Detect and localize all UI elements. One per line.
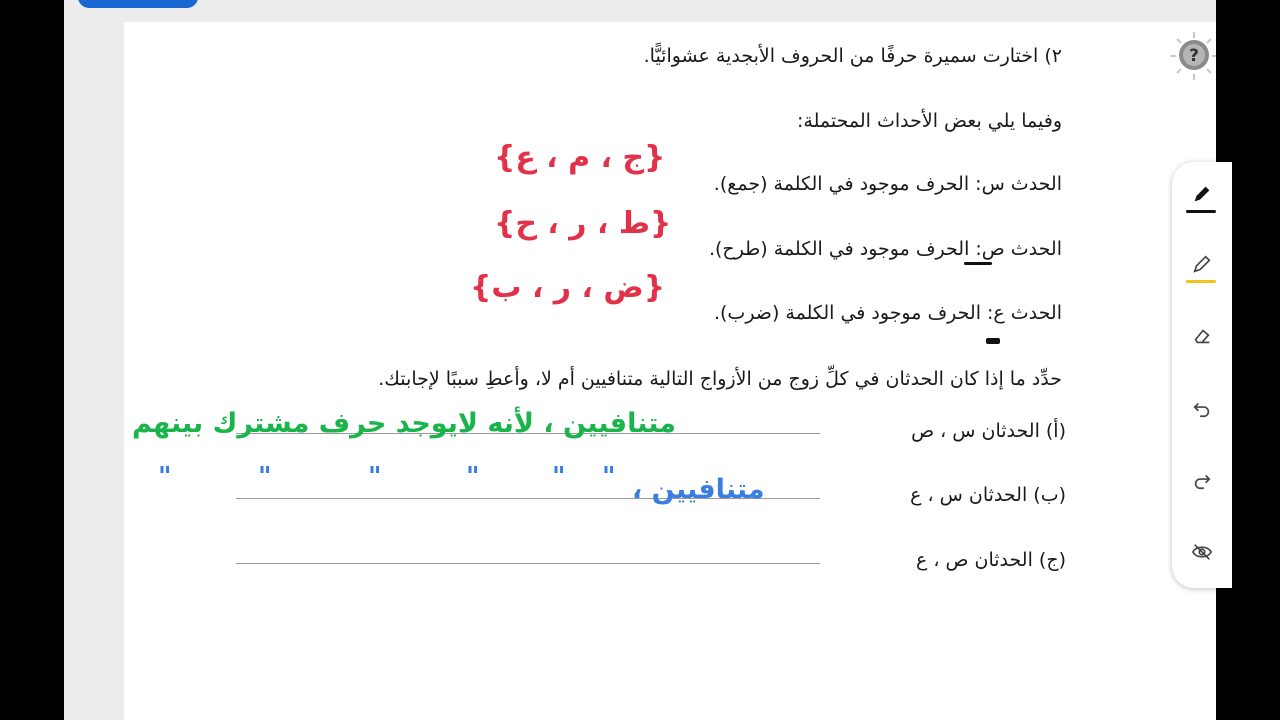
pen-tool[interactable] bbox=[1184, 176, 1220, 212]
pair-c-label: (ج) الحدثان ص ، ع bbox=[915, 549, 1066, 571]
highlighter-color-indicator bbox=[1186, 280, 1216, 283]
event-sad: الحدث ص: الحرف موجود في الكلمة (طرح). bbox=[708, 238, 1062, 260]
eraser-tool[interactable] bbox=[1184, 318, 1220, 354]
question-number: ٢) bbox=[1044, 45, 1062, 67]
app-frame: ? ٢) اختارت سميرة حرفًا من الحروف الأبجد… bbox=[64, 0, 1216, 720]
pen-active-indicator bbox=[1186, 210, 1216, 213]
handwriting-set-s: {ج ، م ، ع} bbox=[494, 140, 666, 175]
event-ayn: الحدث ع: الحرف موجود في الكلمة (ضرب). bbox=[713, 302, 1062, 324]
annotation-toolbar bbox=[1172, 162, 1232, 588]
answer-b-handwriting: متنافيين ، bbox=[632, 474, 765, 505]
highlighter-tool[interactable] bbox=[1184, 246, 1220, 282]
top-blue-button[interactable] bbox=[78, 0, 198, 8]
answer-line-c bbox=[236, 563, 820, 564]
underline-mark-ayn bbox=[986, 338, 1000, 344]
answer-a-handwriting: متنافيين ، لأنه لايوجد حرف مشترك بينهم bbox=[132, 408, 676, 439]
redo-icon bbox=[1194, 474, 1211, 490]
ditto-mark: " bbox=[368, 462, 382, 492]
pen-icon bbox=[1194, 186, 1210, 202]
pair-b-label: (ب) الحدثان س ، ع bbox=[910, 484, 1066, 506]
highlighter-icon bbox=[1193, 255, 1211, 273]
pair-a-label: (أ) الحدثان س ، ص bbox=[911, 420, 1066, 442]
svg-text:?: ? bbox=[1189, 46, 1199, 66]
underline-mark-sad bbox=[964, 262, 992, 265]
eraser-icon bbox=[1194, 329, 1210, 344]
undo-button[interactable] bbox=[1184, 390, 1220, 426]
undo-icon bbox=[1193, 402, 1210, 418]
ditto-mark: " bbox=[466, 462, 480, 492]
question-text: اختارت سميرة حرفًا من الحروف الأبجدية عش… bbox=[643, 45, 1039, 67]
events-intro: وفيما يلي بعض الأحداث المحتملة: bbox=[797, 110, 1062, 132]
instruction-text: حدِّد ما إذا كان الحدثان في كلِّ زوج من … bbox=[378, 368, 1062, 390]
ditto-mark: " bbox=[258, 462, 272, 492]
ditto-mark: " bbox=[552, 462, 566, 492]
thinking-head-icon: ? bbox=[1170, 32, 1216, 80]
handwriting-set-ayn: {ض ، ر ، ب} bbox=[470, 270, 666, 305]
event-s: الحدث س: الحرف موجود في الكلمة (جمع). bbox=[713, 173, 1062, 195]
redo-button[interactable] bbox=[1184, 462, 1220, 498]
handwriting-set-sad: {ط ، ر ، ح} bbox=[494, 206, 672, 241]
eye-off-icon bbox=[1191, 544, 1213, 560]
ditto-mark: " bbox=[158, 462, 172, 492]
hide-annotations-button[interactable] bbox=[1184, 534, 1220, 570]
question-line: ٢) اختارت سميرة حرفًا من الحروف الأبجدية… bbox=[644, 45, 1062, 67]
ditto-mark: " bbox=[602, 462, 616, 492]
